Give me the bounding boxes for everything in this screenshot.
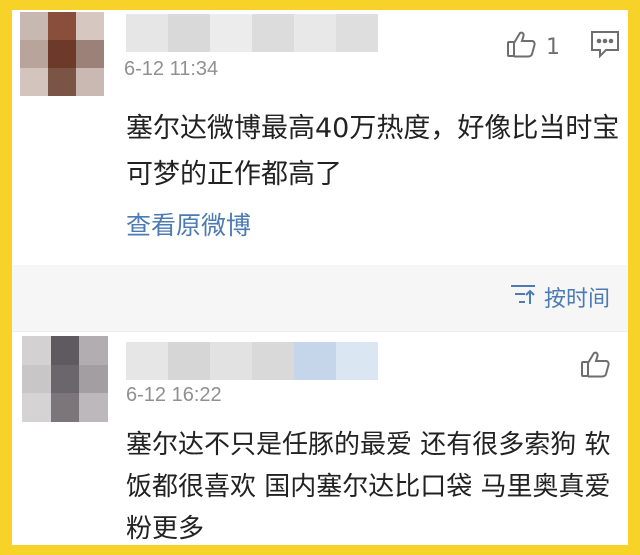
username-blur-block bbox=[168, 14, 210, 52]
username-blur-block bbox=[210, 14, 252, 52]
avatar-pixel bbox=[20, 68, 48, 96]
comment-panel: 6-12 11:34 塞尔达微博最高40万热度，好像比当时宝可梦的正作都高了 查… bbox=[12, 10, 628, 545]
avatar-pixel bbox=[48, 40, 76, 68]
username-blurred[interactable] bbox=[126, 14, 378, 52]
comment-item: 6-12 11:34 塞尔达微博最高40万热度，好像比当时宝可梦的正作都高了 查… bbox=[12, 10, 628, 265]
sort-icon bbox=[510, 283, 536, 311]
avatar-pixel bbox=[76, 40, 104, 68]
like-button[interactable] bbox=[580, 350, 610, 384]
thumbs-up-icon bbox=[580, 350, 610, 384]
username-blur-block bbox=[252, 342, 294, 380]
avatar[interactable] bbox=[22, 336, 108, 422]
username-blur-block bbox=[126, 342, 168, 380]
thumbs-up-icon bbox=[506, 30, 536, 64]
username-blur-block bbox=[126, 14, 168, 52]
avatar-pixel bbox=[79, 393, 108, 422]
comment-icon[interactable] bbox=[590, 30, 620, 62]
like-count: 1 bbox=[546, 34, 560, 60]
avatar-pixel bbox=[79, 364, 108, 394]
avatar-pixel bbox=[22, 336, 51, 365]
sort-by-time-button[interactable]: 按时间 bbox=[510, 281, 610, 313]
avatar-pixel bbox=[79, 336, 108, 365]
username-blur-block bbox=[336, 342, 378, 380]
avatar-pixel bbox=[50, 364, 80, 394]
avatar-pixel bbox=[50, 393, 80, 422]
comment-timestamp: 6-12 11:34 bbox=[124, 58, 219, 80]
username-blur-block bbox=[336, 14, 378, 52]
avatar-pixel bbox=[20, 40, 48, 68]
comment-timestamp: 6-12 16:22 bbox=[126, 384, 222, 406]
comment-text: 塞尔达不只是任豚的最爱 还有很多索狗 软饭都很喜欢 国内塞尔达比口袋 马里奥真爱… bbox=[126, 430, 611, 544]
avatar-pixel bbox=[22, 393, 51, 422]
username-blur-block bbox=[294, 342, 336, 380]
avatar-pixel bbox=[20, 12, 48, 40]
username-blur-block bbox=[168, 342, 210, 380]
like-button[interactable]: 1 bbox=[506, 30, 560, 64]
avatar-pixel bbox=[76, 68, 104, 96]
username-blur-block bbox=[252, 14, 294, 52]
view-original-weibo-link[interactable]: 查看原微博 bbox=[126, 206, 251, 242]
avatar-pixel bbox=[76, 12, 104, 40]
username-blurred[interactable] bbox=[126, 342, 378, 380]
avatar-pixel bbox=[48, 68, 76, 96]
avatar-pixel bbox=[22, 364, 51, 394]
avatar-pixel bbox=[50, 336, 80, 365]
avatar-pixel bbox=[48, 12, 76, 40]
sort-label: 按时间 bbox=[544, 287, 611, 312]
sort-bar: 按时间 bbox=[12, 265, 628, 332]
username-blur-block bbox=[210, 342, 252, 380]
avatar[interactable] bbox=[20, 12, 104, 96]
username-blur-block bbox=[294, 14, 336, 52]
comment-text: 塞尔达微博最高40万热度，好像比当时宝可梦的正作都高了 bbox=[126, 113, 620, 190]
